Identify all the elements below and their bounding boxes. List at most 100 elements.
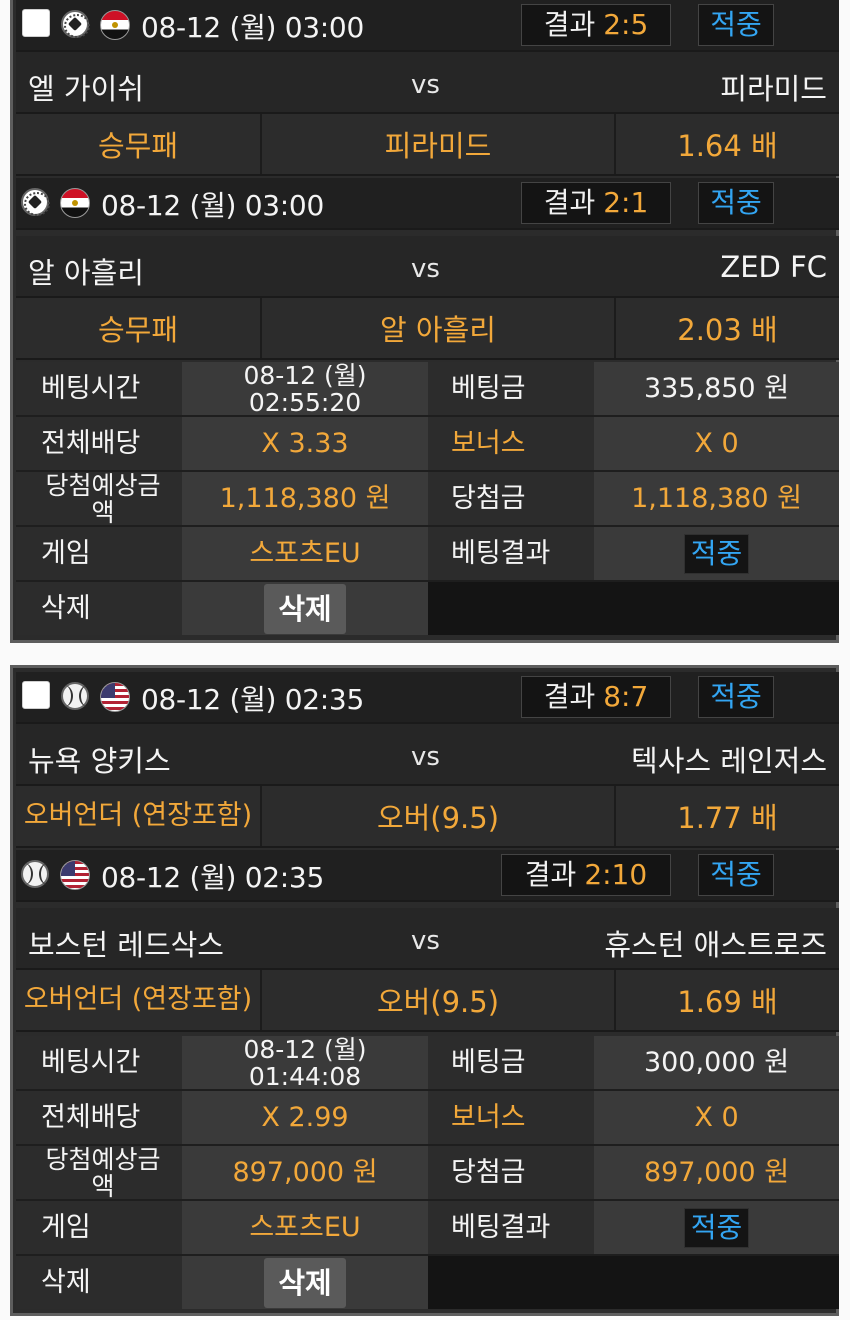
result-score: 8:7 xyxy=(603,680,649,713)
bonus-value: X 0 xyxy=(594,1091,839,1144)
pick-row: 오버언더 (연장포함) 오버(9.5) 1.69 배 xyxy=(16,970,839,1032)
summary-row-delete: 삭제 삭제 xyxy=(16,1256,839,1311)
total-odds-label: 전체배당 xyxy=(16,417,182,470)
result-box: 결과 2:1 xyxy=(521,182,671,224)
summary-row-odds: 전체배당 X 2.99 보너스 X 0 xyxy=(16,1091,839,1146)
delete-label: 삭제 xyxy=(16,1256,182,1309)
result-score: 2:5 xyxy=(603,8,649,41)
status-badge: 적중 xyxy=(698,854,774,896)
expected-payout-label: 당첨예상금액 xyxy=(16,472,182,526)
pick-row: 오버언더 (연장포함) 오버(9.5) 1.77 배 xyxy=(16,786,839,848)
bet-time-date: 08-12 (월) xyxy=(243,360,367,390)
bet-odds: 1.64 배 xyxy=(677,129,778,163)
result-label: 결과 xyxy=(524,858,577,891)
usa-flag-icon xyxy=(60,860,90,890)
bet-type: 승무패 xyxy=(16,114,262,174)
soccer-ball-icon xyxy=(61,10,90,38)
teams-row: 뉴욕 양키스 vs 텍사스 레인저스 xyxy=(16,724,839,786)
home-team: 알 아흘리 xyxy=(28,256,144,290)
select-checkbox[interactable] xyxy=(22,681,50,709)
result-box: 결과 8:7 xyxy=(521,676,671,718)
match-datetime: 08-12 (월) 02:35 xyxy=(101,861,324,894)
summary-row-odds: 전체배당 X 3.33 보너스 X 0 xyxy=(16,417,839,472)
bet-odds: 2.03 배 xyxy=(677,313,778,347)
result-score: 2:10 xyxy=(584,858,648,891)
away-team: 피라미드 xyxy=(720,72,827,106)
match-datetime: 08-12 (월) 03:00 xyxy=(101,189,324,222)
away-team: 휴스턴 애스트로즈 xyxy=(604,928,827,962)
bet-time-clock: 01:44:08 xyxy=(248,1061,362,1091)
win-amount-label: 당첨금 xyxy=(428,472,594,525)
game-header: 08-12 (월) 03:00 결과 2:5 적중 xyxy=(16,0,839,52)
teams-row: 엘 가이쉬 vs 피라미드 xyxy=(16,52,839,114)
bet-pick: 알 아흘리 xyxy=(262,298,616,358)
baseball-icon xyxy=(21,860,49,888)
summary-row-game: 게임 스포츠EU 베팅결과 적중 xyxy=(16,527,839,582)
delete-label: 삭제 xyxy=(16,582,182,635)
vs-label: vs xyxy=(411,70,440,100)
home-team: 엘 가이쉬 xyxy=(28,72,144,106)
bet-pick: 오버(9.5) xyxy=(262,786,616,846)
summary-row-delete: 삭제 삭제 xyxy=(16,582,839,637)
bet-pick: 피라미드 xyxy=(262,114,616,174)
bet-type: 오버언더 (연장포함) xyxy=(16,970,262,1030)
vs-label: vs xyxy=(411,254,440,284)
result-label: 결과 xyxy=(543,186,596,219)
away-team: 텍사스 레인저스 xyxy=(631,744,827,778)
status-badge: 적중 xyxy=(698,676,774,718)
teams-row: 알 아흘리 vs ZED FC xyxy=(16,236,839,298)
soccer-ball-icon xyxy=(21,188,50,216)
bet-time-label: 베팅시간 xyxy=(16,1036,182,1089)
summary-row-payout: 당첨예상금액 1,118,380 원 당첨금 1,118,380 원 xyxy=(16,472,839,527)
usa-flag-icon xyxy=(100,682,130,712)
bonus-value: X 0 xyxy=(594,417,839,470)
delete-cell: 삭제 xyxy=(182,1256,428,1309)
bet-result-badge: 적중 xyxy=(683,1207,750,1248)
bet-amount-label: 베팅금 xyxy=(428,362,594,415)
summary-row-bet-time: 베팅시간 08-12 (월) 01:44:08 베팅금 300,000 원 xyxy=(16,1036,839,1091)
total-odds-label: 전체배당 xyxy=(16,1091,182,1144)
bet-result-cell: 적중 xyxy=(594,527,839,580)
bet-odds: 1.77 배 xyxy=(677,801,778,835)
bet-result-badge: 적중 xyxy=(683,533,750,574)
game-value-cell: 스포츠EU xyxy=(182,527,428,580)
result-score: 2:1 xyxy=(603,186,649,219)
bet-amount-value: 300,000 원 xyxy=(594,1036,839,1089)
win-amount-value: 897,000 원 xyxy=(594,1146,839,1199)
baseball-icon xyxy=(61,682,89,710)
bet-type: 오버언더 (연장포함) xyxy=(16,786,262,846)
vs-label: vs xyxy=(411,742,440,772)
home-team: 뉴욕 양키스 xyxy=(28,744,171,778)
expected-payout-label: 당첨예상금액 xyxy=(16,1146,182,1200)
bet-type: 승무패 xyxy=(16,298,262,358)
result-label: 결과 xyxy=(543,680,596,713)
game-header: 08-12 (월) 02:35 결과 8:7 적중 xyxy=(16,672,839,724)
bet-time-clock: 02:55:20 xyxy=(248,387,362,417)
game-link[interactable]: 스포츠EU xyxy=(249,1214,360,1241)
bet-slip-card: 08-12 (월) 03:00 결과 2:5 적중 엘 가이쉬 vs 피라미드 승… xyxy=(10,0,839,643)
status-badge: 적중 xyxy=(698,182,774,224)
game-header: 08-12 (월) 03:00 결과 2:1 적중 xyxy=(16,178,839,230)
bet-amount-value: 335,850 원 xyxy=(594,362,839,415)
bonus-label: 보너스 xyxy=(428,1091,594,1144)
teams-row: 보스턴 레드삭스 vs 휴스턴 애스트로즈 xyxy=(16,908,839,970)
delete-cell: 삭제 xyxy=(182,582,428,635)
game-link[interactable]: 스포츠EU xyxy=(249,540,360,567)
delete-button[interactable]: 삭제 xyxy=(264,1257,346,1308)
pick-row: 승무패 알 아흘리 2.03 배 xyxy=(16,298,839,360)
egypt-flag-icon xyxy=(60,188,90,218)
bet-odds: 1.69 배 xyxy=(677,985,778,1019)
result-box: 결과 2:5 xyxy=(521,4,671,46)
summary-row-bet-time: 베팅시간 08-12 (월) 02:55:20 베팅금 335,850 원 xyxy=(16,362,839,417)
summary-row-game: 게임 스포츠EU 베팅결과 적중 xyxy=(16,1201,839,1256)
game-label: 게임 xyxy=(16,527,182,580)
delete-button[interactable]: 삭제 xyxy=(264,583,346,634)
bet-pick: 오버(9.5) xyxy=(262,970,616,1030)
total-odds-value: X 2.99 xyxy=(182,1091,428,1144)
empty-cell xyxy=(428,582,839,635)
bonus-label: 보너스 xyxy=(428,417,594,470)
bet-time-date: 08-12 (월) xyxy=(243,1034,367,1064)
bet-result-label: 베팅결과 xyxy=(428,1201,594,1254)
select-checkbox[interactable] xyxy=(22,9,50,37)
game-label: 게임 xyxy=(16,1201,182,1254)
